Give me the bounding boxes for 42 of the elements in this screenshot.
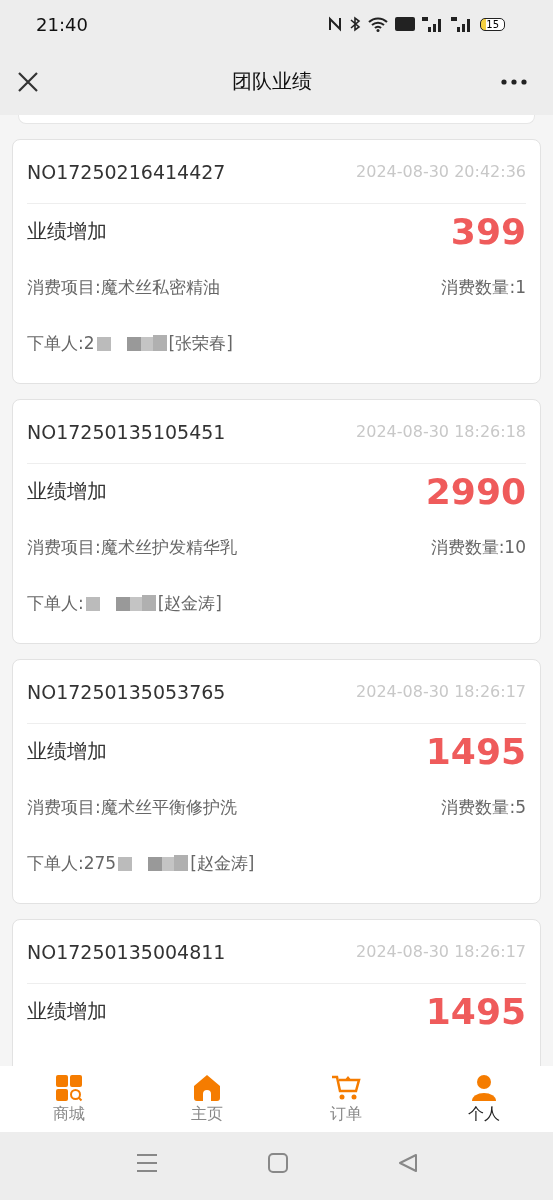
amount: 2990 [425,471,526,512]
amount: 399 [450,211,526,252]
orderer-label: 下单人:2 [27,331,95,355]
orderer-label: 下单人:275 [27,851,117,875]
orderer-label: 下单人: [27,591,84,615]
record-label: 业绩增加 [27,738,107,765]
battery-indicator: 15 [480,17,505,31]
page-title: 团队业绩 [232,68,312,95]
nfc-icon [328,16,343,32]
orderer-name: [赵金涛] [157,591,222,615]
more-icon[interactable] [501,78,527,85]
order-number: NO17250135004811 [27,940,226,963]
bluetooth-icon [349,16,362,32]
person-icon [469,1073,498,1102]
back-icon[interactable] [397,1153,418,1173]
pixelated-patch [85,595,156,611]
pixelated-patch [118,855,189,871]
order-number: NO17250135053765 [27,680,226,703]
cart-icon [330,1073,361,1102]
record-label: 业绩增加 [27,218,107,245]
home-icon [193,1073,222,1102]
menu-icon[interactable] [135,1153,158,1173]
orderer-name: [张荣春] [168,331,233,355]
item-name: 消费项目:魔术丝护发精华乳 [27,535,237,559]
item-name: 消费项目:魔术丝平衡修护洗 [27,795,237,819]
item-quantity: 消费数量:5 [441,795,526,819]
orderer-name: [赵金涛] [190,851,255,875]
order-number: NO17250135105451 [27,420,226,443]
status-time: 21:40 [36,13,88,35]
home-button-icon[interactable] [267,1153,288,1173]
wifi-icon [368,16,389,32]
order-number: NO17250216414427 [27,160,226,183]
grid-search-icon [55,1073,84,1102]
record-label: 业绩增加 [27,998,107,1025]
item-quantity: 消费数量:1 [441,275,526,299]
amount: 1495 [425,991,526,1032]
amount: 1495 [425,731,526,772]
item-quantity: 消费数量:10 [430,535,526,559]
item-name: 消费项目:魔术丝私密精油 [27,275,220,299]
close-icon[interactable] [17,70,39,93]
record-label: 业绩增加 [27,478,107,505]
pixelated-patch [96,335,167,351]
